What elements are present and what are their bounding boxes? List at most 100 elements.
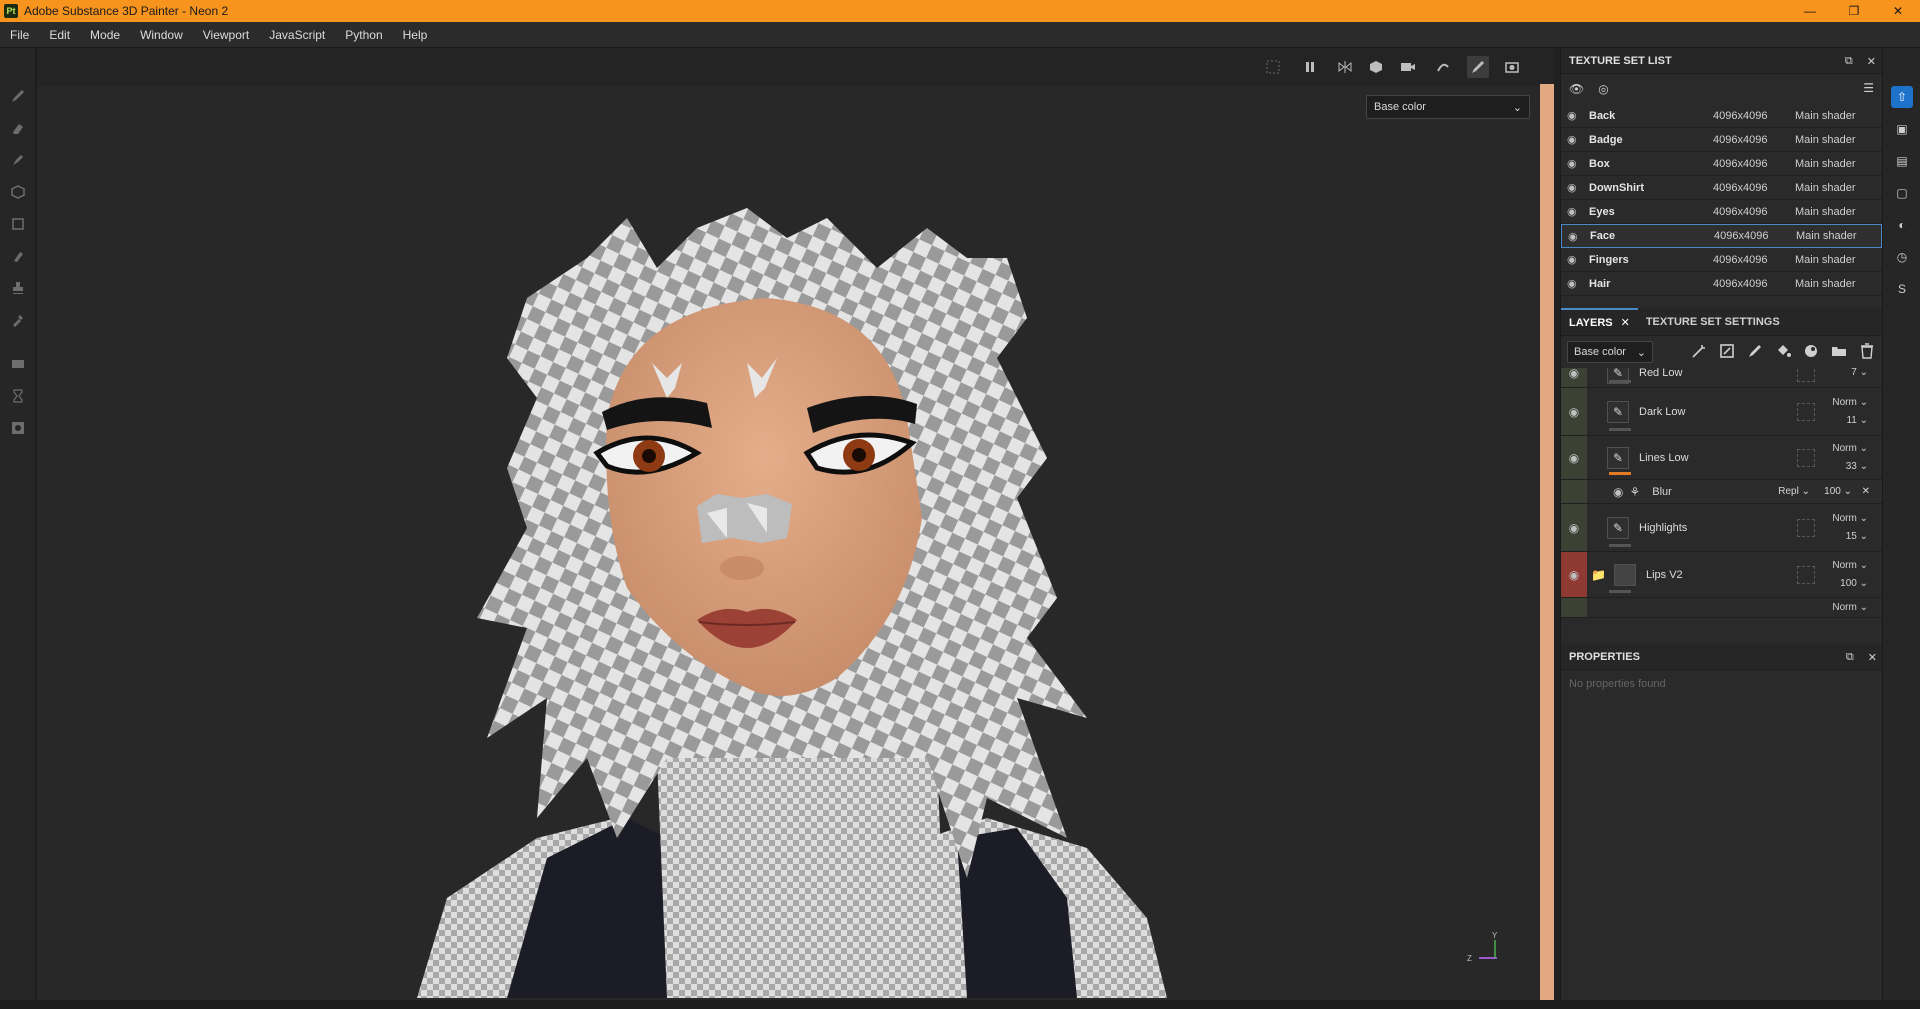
history-icon[interactable]: ◷ <box>1891 246 1913 268</box>
layer-opacity[interactable]: 100 <box>1840 578 1857 589</box>
environment-icon[interactable]: ◐ <box>1891 214 1913 236</box>
character-model[interactable] <box>367 198 1227 1000</box>
menu-edit[interactable]: Edit <box>39 22 80 48</box>
texture-set-row[interactable]: ◉ Fingers 4096x4096 Main shader <box>1561 248 1882 272</box>
eye-icon[interactable]: ◉ <box>1567 133 1583 146</box>
eye-icon[interactable]: ◉ <box>1613 485 1623 499</box>
folder-icon[interactable]: 📁 <box>1591 568 1606 582</box>
texture-set-shader[interactable]: Main shader <box>1796 230 1857 242</box>
delete-layer-icon[interactable] <box>1858 342 1876 363</box>
eye-icon[interactable] <box>1561 598 1587 617</box>
uv-display-icon[interactable] <box>1262 56 1284 78</box>
layer-blend-mode[interactable]: Norm <box>1832 602 1856 613</box>
layer-opacity[interactable]: 11 <box>1846 415 1856 426</box>
texture-set-row[interactable]: ◉ DownShirt 4096x4096 Main shader <box>1561 176 1882 200</box>
environment-icon[interactable] <box>1432 56 1454 78</box>
layer-opacity[interactable]: 33 <box>1846 461 1857 472</box>
texture-set-shader[interactable]: Main shader <box>1795 254 1856 266</box>
close-icon[interactable]: ✕ <box>1876 0 1920 22</box>
close-icon[interactable]: ✕ <box>1868 651 1877 664</box>
layer-opacity[interactable]: 15 <box>1846 531 1857 542</box>
layer-row[interactable]: ◉ ✎ Highlights Norm ⌄ 15 ⌄ <box>1561 504 1882 552</box>
layer-blend-mode[interactable]: Norm <box>1832 443 1856 454</box>
eye-icon[interactable]: ◉ <box>1561 504 1587 551</box>
menu-python[interactable]: Python <box>335 22 392 48</box>
polygon-fill-icon[interactable] <box>8 182 28 202</box>
smudge-icon[interactable] <box>8 246 28 266</box>
eye-icon[interactable]: ◉ <box>1561 552 1587 597</box>
effect-blend-mode[interactable]: Repl ⌄ <box>1778 486 1810 497</box>
shader-settings-icon[interactable]: ▤ <box>1891 150 1913 172</box>
paint-brush-icon[interactable] <box>8 86 28 106</box>
close-icon[interactable]: ✕ <box>1862 486 1870 497</box>
3d-view-icon[interactable] <box>1365 56 1387 78</box>
assets-icon[interactable]: ▢ <box>1891 182 1913 204</box>
add-folder-icon[interactable] <box>1830 342 1848 363</box>
show-all-icon[interactable]: ◎ <box>1598 82 1608 96</box>
eye-icon[interactable]: ◉ <box>1567 253 1583 266</box>
texture-set-row[interactable]: ◉ Hair 4096x4096 Main shader <box>1561 272 1882 296</box>
eye-icon[interactable]: ◉ <box>1567 181 1583 194</box>
layer-opacity[interactable]: 7 <box>1851 368 1857 378</box>
bake-icon[interactable] <box>8 386 28 406</box>
projection-icon[interactable] <box>8 150 28 170</box>
camera-icon[interactable] <box>1397 56 1419 78</box>
layer-blend-mode[interactable]: Norm <box>1832 513 1856 524</box>
eye-icon[interactable]: ◉ <box>1561 436 1587 479</box>
restore-icon[interactable]: ❐ <box>1832 0 1876 22</box>
layer-blend-mode[interactable]: Norm <box>1832 560 1856 571</box>
list-menu-icon[interactable]: ☰ <box>1863 81 1874 95</box>
undock-icon[interactable]: ⧉ <box>1845 55 1853 68</box>
menu-file[interactable]: File <box>0 22 39 48</box>
effect-opacity[interactable]: 100 ⌄ <box>1824 486 1852 497</box>
add-fill-layer-icon[interactable] <box>1774 342 1792 363</box>
tab-texture-set-settings[interactable]: TEXTURE SET SETTINGS <box>1638 308 1788 335</box>
add-smart-material-icon[interactable] <box>1802 342 1820 363</box>
texture-set-shader[interactable]: Main shader <box>1795 182 1856 194</box>
effect-row[interactable]: ◉ ⚘ Blur Repl ⌄ 100 ⌄ ✕ <box>1561 480 1882 504</box>
geometry-mask-icon[interactable] <box>8 214 28 234</box>
texture-set-row[interactable]: ◉ Eyes 4096x4096 Main shader <box>1561 200 1882 224</box>
layer-row-folder[interactable]: ◉ 📁 Lips V2 Norm ⌄ 100 ⌄ <box>1561 552 1882 598</box>
eraser-icon[interactable] <box>8 118 28 138</box>
texture-set-row[interactable]: ◉ Box 4096x4096 Main shader <box>1561 152 1882 176</box>
add-effect-icon[interactable] <box>1690 342 1708 363</box>
texture-set-shader[interactable]: Main shader <box>1795 158 1856 170</box>
tab-layers[interactable]: LAYERS ✕ <box>1561 308 1638 335</box>
eye-icon[interactable]: ◉ <box>1567 157 1583 170</box>
mask-thumbnail[interactable] <box>1797 448 1815 467</box>
pause-icon[interactable] <box>1299 56 1321 78</box>
layer-row[interactable]: ◉ ✎ Lines Low Norm ⌄ 33 ⌄ <box>1561 436 1882 480</box>
menu-help[interactable]: Help <box>393 22 438 48</box>
add-mask-icon[interactable] <box>1718 342 1736 363</box>
layer-blend-mode[interactable]: Norm <box>1832 397 1856 408</box>
eye-icon[interactable]: ◉ <box>1568 230 1584 243</box>
mask-thumbnail[interactable] <box>1797 565 1815 584</box>
eye-icon[interactable]: ◉ <box>1567 109 1583 122</box>
mask-thumbnail[interactable] <box>1797 518 1815 537</box>
close-icon[interactable]: ✕ <box>1867 55 1876 68</box>
texture-set-shader[interactable]: Main shader <box>1795 134 1856 146</box>
texture-set-row-selected[interactable]: ◉ Face 4096x4096 Main shader <box>1561 224 1882 248</box>
menu-javascript[interactable]: JavaScript <box>259 22 335 48</box>
painting-mode-icon[interactable] <box>1467 56 1489 78</box>
substance-icon[interactable]: S <box>1891 278 1913 300</box>
layer-row[interactable]: ◉ ✎ Red Low 7 ⌄ <box>1561 368 1882 388</box>
material-picker-icon[interactable] <box>8 354 28 374</box>
menu-viewport[interactable]: Viewport <box>193 22 259 48</box>
screenshot-icon[interactable] <box>1501 56 1523 78</box>
mask-thumbnail[interactable] <box>1797 402 1815 421</box>
menu-window[interactable]: Window <box>130 22 193 48</box>
eye-icon[interactable]: ◉ <box>1567 205 1583 218</box>
viewport-channel-dropdown[interactable]: Base color ⌄ <box>1366 95 1530 119</box>
eye-icon[interactable]: ◉ <box>1567 277 1583 290</box>
layer-row[interactable]: ◉ ✎ Dark Low Norm ⌄ 11 ⌄ <box>1561 388 1882 436</box>
menu-mode[interactable]: Mode <box>80 22 130 48</box>
eye-icon[interactable]: ◉ <box>1561 388 1587 435</box>
minimize-icon[interactable]: — <box>1788 0 1832 22</box>
color-picker-icon[interactable] <box>8 310 28 330</box>
clone-stamp-icon[interactable] <box>8 278 28 298</box>
texture-set-row[interactable]: ◉ Back 4096x4096 Main shader <box>1561 104 1882 128</box>
close-icon[interactable]: ✕ <box>1621 316 1630 329</box>
texture-set-row[interactable]: ◉ Badge 4096x4096 Main shader <box>1561 128 1882 152</box>
